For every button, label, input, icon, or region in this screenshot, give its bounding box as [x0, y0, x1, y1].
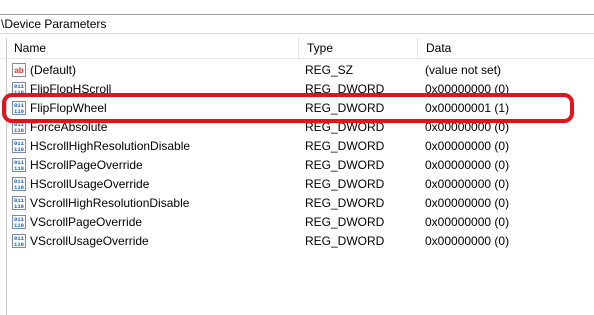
list-item[interactable]: ab (Default) REG_SZ (value not set): [0, 61, 594, 80]
svg-text:110: 110: [14, 203, 24, 210]
binary-value-icon: 011 110: [12, 158, 26, 172]
binary-value-icon: 011 110: [12, 139, 26, 153]
column-header-type[interactable]: Type: [299, 38, 418, 58]
list-item[interactable]: 011 110 FlipFlopWheel REG_DWORD 0x000000…: [0, 99, 594, 118]
value-type: REG_DWORD: [305, 196, 385, 210]
value-name: HScrollHighResolutionDisable: [30, 139, 191, 153]
value-data: 0x00000001 (1): [425, 101, 510, 115]
value-name: ForceAbsolute: [30, 120, 108, 134]
list-item[interactable]: 011 110 VScrollPageOverride REG_DWORD 0x…: [0, 213, 594, 232]
svg-text:110: 110: [14, 165, 24, 172]
svg-text:ab: ab: [14, 66, 23, 75]
svg-text:110: 110: [14, 108, 24, 115]
column-header-data[interactable]: Data: [418, 38, 594, 58]
list-item[interactable]: 011 110 VScrollHighResolutionDisable REG…: [0, 194, 594, 213]
svg-text:110: 110: [14, 89, 24, 96]
value-name: FlipFlopWheel: [30, 101, 107, 115]
value-type: REG_DWORD: [305, 101, 385, 115]
value-name: HScrollPageOverride: [30, 158, 143, 172]
value-type: REG_DWORD: [305, 82, 385, 96]
value-type: REG_DWORD: [305, 139, 385, 153]
value-type: REG_DWORD: [305, 158, 385, 172]
list-item[interactable]: 011 110 HScrollHighResolutionDisable REG…: [0, 137, 594, 156]
binary-value-icon: 011 110: [12, 215, 26, 229]
value-data: 0x00000000 (0): [425, 120, 510, 134]
value-data: 0x00000000 (0): [425, 234, 510, 248]
list-item[interactable]: 011 110 FlipFlopHScroll REG_DWORD 0x0000…: [0, 80, 594, 99]
value-type: REG_SZ: [305, 63, 354, 77]
list-item[interactable]: 011 110 HScrollUsageOverride REG_DWORD 0…: [0, 175, 594, 194]
value-type: REG_DWORD: [305, 215, 385, 229]
value-type: REG_DWORD: [305, 120, 385, 134]
value-data: 0x00000000 (0): [425, 196, 510, 210]
svg-text:110: 110: [14, 146, 24, 153]
value-data: 0x00000000 (0): [425, 215, 510, 229]
value-data: 0x00000000 (0): [425, 177, 510, 191]
binary-value-icon: 011 110: [12, 82, 26, 96]
svg-text:110: 110: [14, 184, 24, 191]
binary-value-icon: 011 110: [12, 101, 26, 115]
column-header-name[interactable]: Name: [6, 38, 299, 58]
binary-value-icon: 011 110: [12, 234, 26, 248]
list-item[interactable]: 011 110 HScrollPageOverride REG_DWORD 0x…: [0, 156, 594, 175]
address-path: \Device Parameters: [1, 17, 107, 31]
values-list: ab (Default) REG_SZ (value not set) 011 …: [0, 61, 594, 251]
svg-text:110: 110: [14, 127, 24, 134]
value-name: VScrollHighResolutionDisable: [30, 196, 190, 210]
svg-text:110: 110: [14, 241, 24, 248]
value-name: VScrollPageOverride: [30, 215, 143, 229]
list-item[interactable]: 011 110 ForceAbsolute REG_DWORD 0x000000…: [0, 118, 594, 137]
value-name: FlipFlopHScroll: [30, 82, 112, 96]
value-name: VScrollUsageOverride: [30, 234, 149, 248]
value-data: 0x00000000 (0): [425, 82, 510, 96]
address-bar[interactable]: \Device Parameters: [0, 14, 594, 34]
binary-value-icon: 011 110: [12, 177, 26, 191]
list-item[interactable]: 011 110 VScrollUsageOverride REG_DWORD 0…: [0, 232, 594, 251]
svg-text:110: 110: [14, 222, 24, 229]
binary-value-icon: 011 110: [12, 196, 26, 210]
value-type: REG_DWORD: [305, 177, 385, 191]
column-header: Name Type Data: [0, 38, 594, 59]
value-data: 0x00000000 (0): [425, 158, 510, 172]
value-data: (value not set): [425, 63, 502, 77]
binary-value-icon: 011 110: [12, 120, 26, 134]
value-name: HScrollUsageOverride: [30, 177, 150, 191]
value-type: REG_DWORD: [305, 234, 385, 248]
string-value-icon: ab: [12, 63, 26, 77]
value-name: (Default): [30, 63, 77, 77]
value-data: 0x00000000 (0): [425, 139, 510, 153]
